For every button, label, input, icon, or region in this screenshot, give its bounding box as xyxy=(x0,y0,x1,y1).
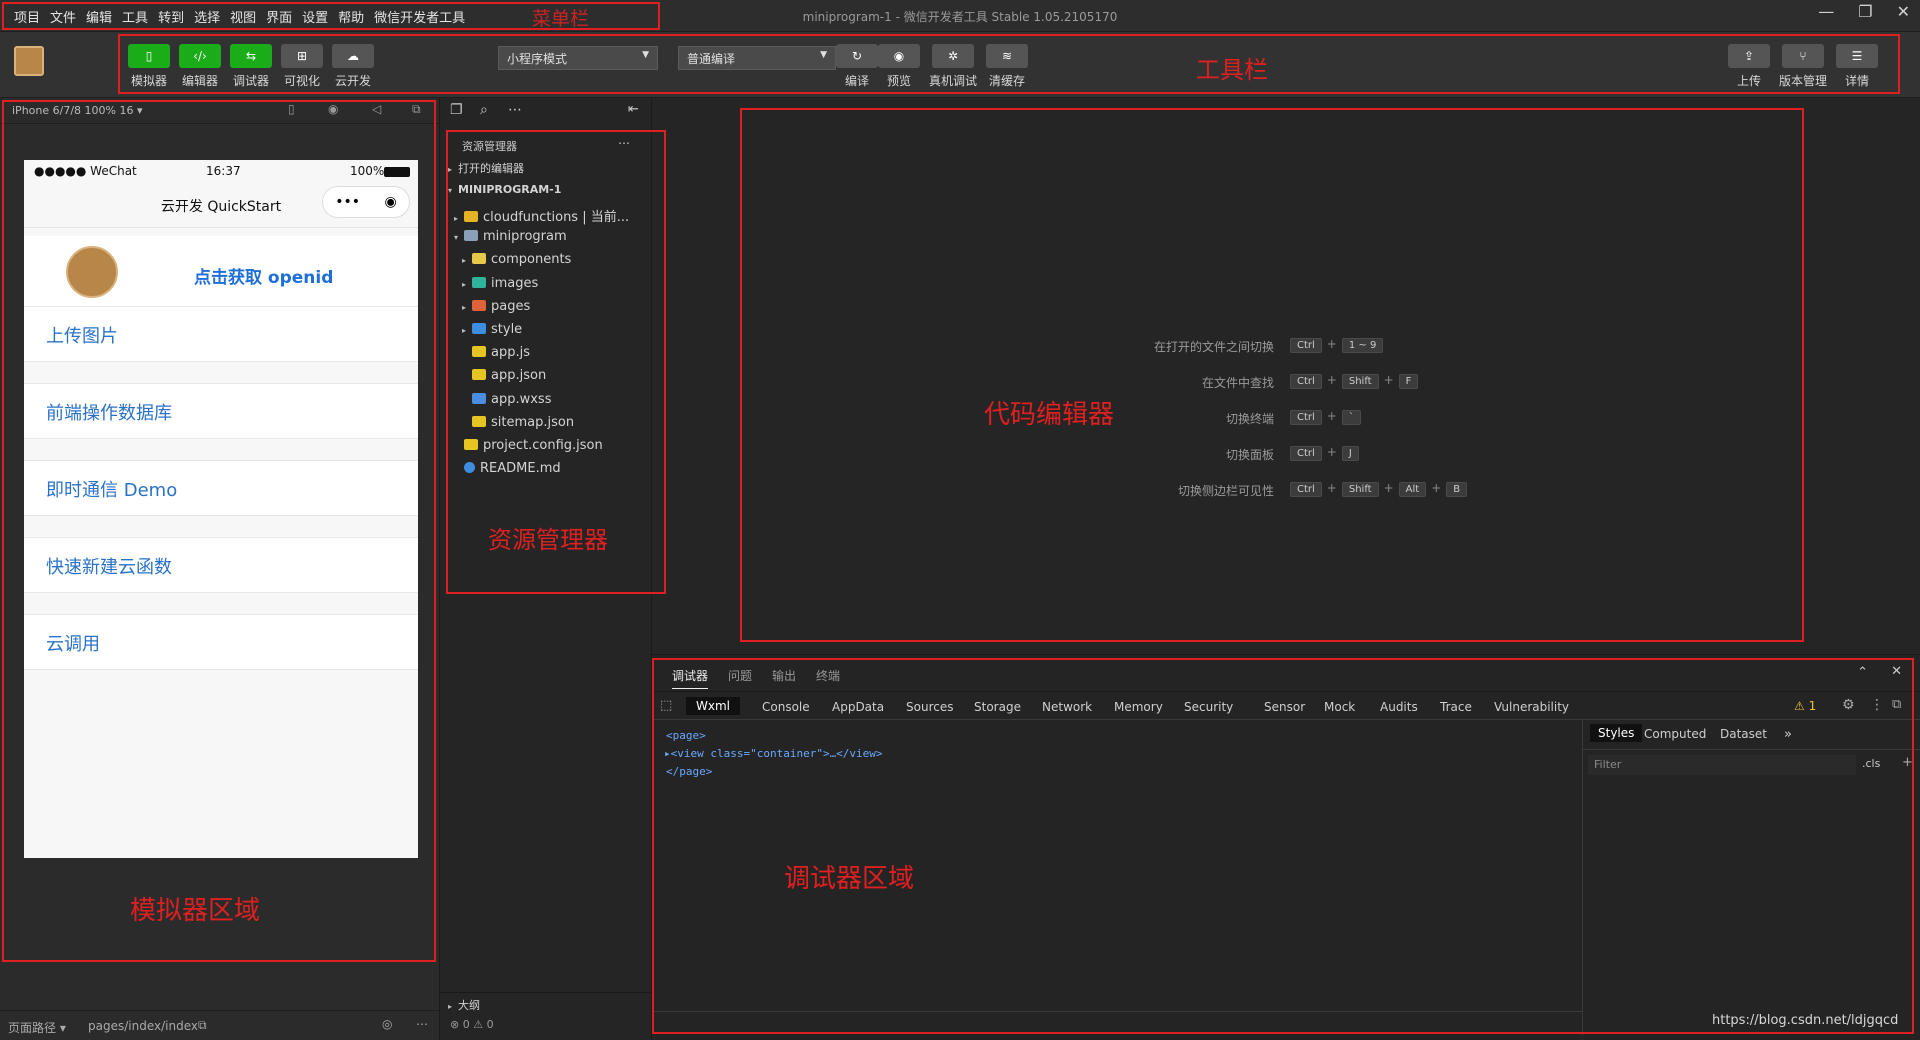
editor-annotation-box xyxy=(740,108,1804,642)
page-path: pages/index/index xyxy=(88,1019,198,1033)
search-icon[interactable]: ⌕ xyxy=(480,102,488,118)
menubar-annotation-label: 菜单栏 xyxy=(532,8,590,30)
editor-annotation-label: 代码编辑器 xyxy=(984,400,1115,430)
minimize-icon[interactable]: — xyxy=(1818,2,1834,21)
simulator-annotation-box xyxy=(2,100,436,962)
problems-status[interactable]: ⊗ 0 ⚠ 0 xyxy=(450,1018,494,1031)
more-icon[interactable]: ⋯ xyxy=(508,102,522,118)
collapse-icon[interactable]: ⇤ xyxy=(628,102,639,117)
eye-icon[interactable]: ◎ xyxy=(382,1017,392,1031)
project-avatar[interactable] xyxy=(14,46,44,76)
toolbar-annotation-label: 工具栏 xyxy=(1196,56,1268,84)
debugger-annotation-box xyxy=(652,658,1914,1034)
more-icon[interactable]: ⋯ xyxy=(416,1017,428,1031)
page-path-label[interactable]: 页面路径 ▾ xyxy=(8,1019,66,1036)
simulator-annotation-label: 模拟器区域 xyxy=(130,896,261,926)
files-icon[interactable]: ❐ xyxy=(450,102,463,118)
outline-label: 大纲 xyxy=(458,999,480,1012)
debugger-annotation-label: 调试器区域 xyxy=(784,864,915,894)
maximize-icon[interactable]: ❐ xyxy=(1858,2,1872,21)
explorer-annotation-label: 资源管理器 xyxy=(488,526,608,554)
outline-section[interactable]: ▸ 大纲 xyxy=(448,997,480,1013)
close-icon[interactable]: ✕ xyxy=(1897,2,1910,21)
copy-icon[interactable]: ⧉ xyxy=(198,1018,207,1033)
toolbar-annotation-box xyxy=(118,34,1900,94)
simulator-footer: 页面路径 ▾ pages/index/index ⧉ ◎ ⋯ xyxy=(0,1010,440,1040)
window-controls: — ❐ ✕ xyxy=(1818,2,1910,21)
